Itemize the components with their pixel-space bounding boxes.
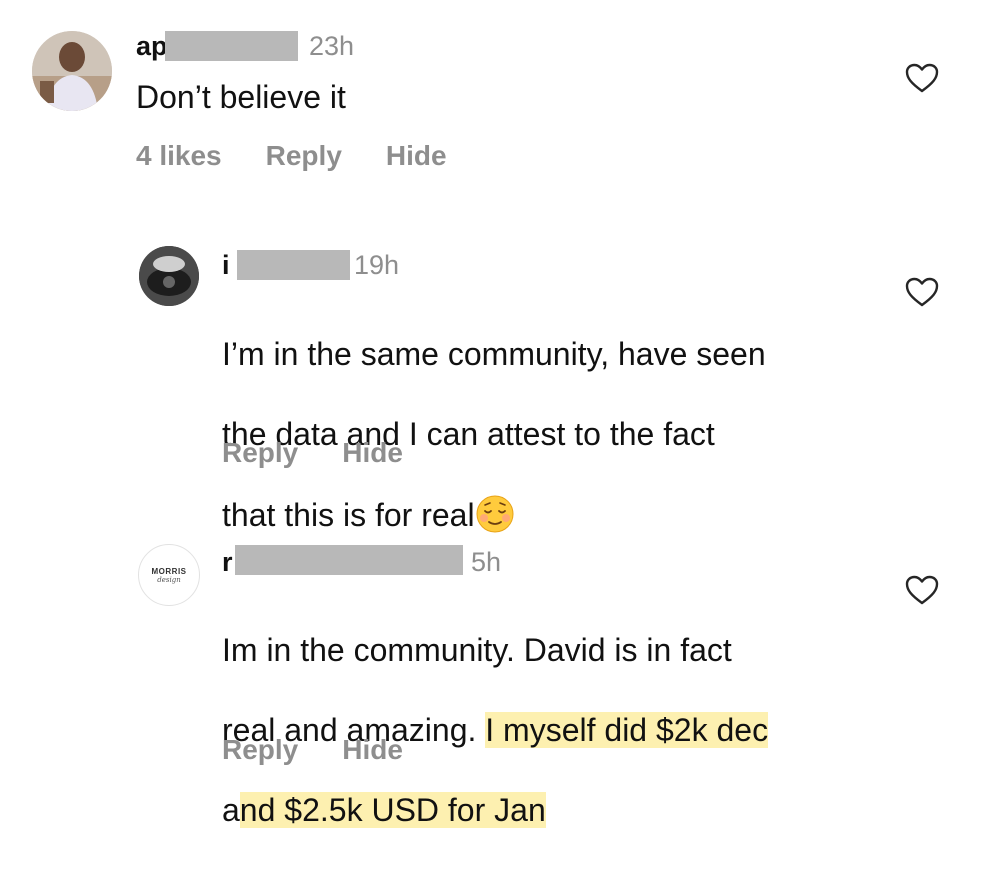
comment-text-line: and $2.5k USD for Jan bbox=[222, 790, 768, 830]
avatar[interactable]: MORRIS design bbox=[138, 544, 200, 606]
comment-actions: Reply Hide bbox=[222, 436, 447, 470]
hide-button[interactable]: Hide bbox=[342, 436, 403, 470]
redacted-username bbox=[165, 31, 298, 61]
reply-button[interactable]: Reply bbox=[266, 139, 342, 173]
avatar-photo-icon bbox=[139, 246, 199, 306]
comment-text-line: Im in the community. David is in fact bbox=[222, 632, 732, 668]
comment-actions: 4 likes Reply Hide bbox=[136, 139, 491, 173]
heart-outline-icon[interactable] bbox=[905, 575, 939, 605]
username[interactable]: ap bbox=[136, 30, 168, 62]
redacted-username bbox=[237, 250, 350, 280]
avatar-logo-script: design bbox=[157, 576, 181, 584]
highlighted-text: nd $2.5k USD for Jan bbox=[239, 792, 546, 828]
hide-button[interactable]: Hide bbox=[342, 733, 403, 767]
reply-button[interactable]: Reply bbox=[222, 436, 298, 470]
highlighted-text: I myself did $2k dec bbox=[485, 712, 769, 748]
timestamp: 19h bbox=[354, 250, 400, 280]
timestamp: 23h bbox=[309, 31, 355, 61]
avatar[interactable] bbox=[32, 31, 112, 111]
reply-button[interactable]: Reply bbox=[222, 733, 298, 767]
comment-text-line: that this is for real bbox=[222, 494, 766, 535]
comment-text-fragment: a bbox=[222, 792, 240, 828]
comment-text-line: I’m in the same community, have seen bbox=[222, 336, 766, 372]
relieved-smiling-face-emoji-icon bbox=[476, 495, 514, 533]
heart-outline-icon[interactable] bbox=[905, 63, 939, 93]
comment-text: I’m in the same community, have seen the… bbox=[222, 294, 766, 575]
comment-text: Im in the community. David is in fact re… bbox=[222, 590, 769, 870]
avatar-logo-text: MORRIS bbox=[151, 567, 187, 576]
comment-text-fragment: that this is for real bbox=[222, 497, 475, 533]
heart-outline-icon[interactable] bbox=[905, 277, 939, 307]
username[interactable]: r bbox=[222, 546, 233, 578]
likes-count[interactable]: 4 likes bbox=[136, 139, 222, 173]
comment-actions: Reply Hide bbox=[222, 733, 447, 767]
timestamp: 5h bbox=[471, 547, 502, 577]
avatar[interactable] bbox=[139, 246, 199, 306]
comment-1: ap 23h Don’t believe it 4 likes Reply Hi… bbox=[0, 0, 1000, 200]
comment-text: Don’t believe it bbox=[136, 79, 346, 115]
redacted-username bbox=[235, 545, 463, 575]
avatar-photo-icon bbox=[32, 31, 112, 111]
hide-button[interactable]: Hide bbox=[386, 139, 447, 173]
username[interactable]: i bbox=[222, 249, 230, 281]
